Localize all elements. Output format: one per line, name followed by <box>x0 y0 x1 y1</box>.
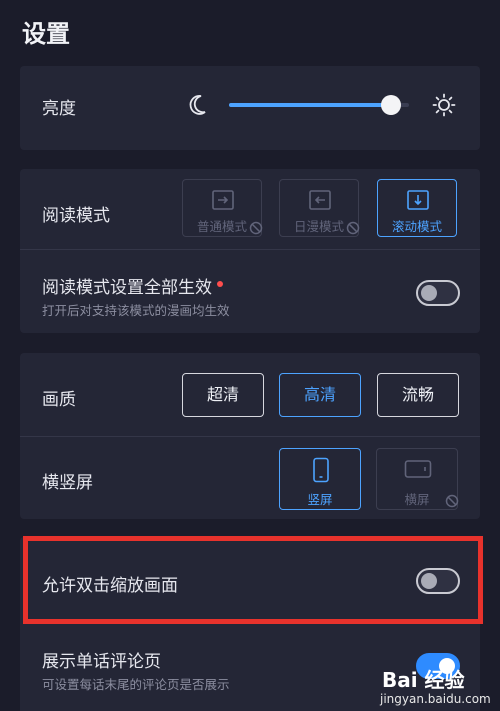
apply-all-label: 阅读模式设置全部生效 <box>42 273 223 298</box>
sun-icon <box>432 93 456 121</box>
phone-landscape-icon <box>404 459 432 482</box>
baidu-jingyan-watermark: Bai 经验 jingyan.baidu.com <box>360 660 500 711</box>
brightness-label: 亮度 <box>42 99 76 119</box>
annotation-highlight-box <box>23 536 483 624</box>
orientation-label: 横竖屏 <box>42 473 93 493</box>
quality-ultra-button[interactable]: 超清 <box>182 373 264 417</box>
quality-label: 画质 <box>42 390 76 410</box>
reading-mode-label: 阅读模式 <box>42 206 110 226</box>
divider <box>20 249 480 250</box>
new-badge-dot <box>217 281 223 287</box>
quality-high-button[interactable]: 高清 <box>279 373 361 417</box>
mode-manga-button[interactable]: 日漫模式 <box>279 179 360 238</box>
arrow-down-icon <box>406 189 430 214</box>
orientation-portrait-button[interactable]: 竖屏 <box>279 448 361 510</box>
brightness-card: 亮度 <box>20 66 480 150</box>
divider <box>20 436 480 437</box>
orientation-portrait-label: 竖屏 <box>307 492 333 507</box>
display-card: 画质 超清 高清 流畅 横竖屏 竖屏 横屏 <box>20 353 480 519</box>
arrow-right-icon <box>211 189 235 214</box>
moon-icon <box>186 93 210 121</box>
watermark-logo: Bai 经验 <box>382 668 465 692</box>
orientation-landscape-button[interactable]: 横屏 <box>376 448 459 511</box>
apply-all-description: 打开后对支持该模式的漫画均生效 <box>42 303 230 318</box>
mode-scroll-label: 滚动模式 <box>391 219 442 234</box>
chapter-comments-description: 可设置每话末尾的评论页是否展示 <box>42 677 230 692</box>
mode-normal-button[interactable]: 普通模式 <box>182 179 263 238</box>
disabled-icon <box>445 494 459 511</box>
apply-all-toggle[interactable] <box>416 280 460 306</box>
arrow-left-icon <box>308 189 332 214</box>
disabled-icon <box>346 221 360 238</box>
mode-scroll-button[interactable]: 滚动模式 <box>377 179 457 237</box>
phone-portrait-icon <box>311 457 331 486</box>
chapter-comments-label: 展示单话评论页 <box>42 652 161 672</box>
toggle-knob <box>421 285 437 301</box>
watermark-site: jingyan.baidu.com <box>380 692 491 706</box>
brightness-slider-fill <box>229 103 391 107</box>
page-title: 设置 <box>22 20 70 48</box>
disabled-icon <box>249 221 263 238</box>
brightness-slider[interactable] <box>229 95 409 115</box>
reading-mode-card: 阅读模式 普通模式 日漫模式 滚动模式 阅读模式设置全部生效 打开后对支持该模式… <box>20 169 480 333</box>
quality-smooth-button[interactable]: 流畅 <box>377 373 459 417</box>
brightness-slider-handle[interactable] <box>381 95 401 115</box>
